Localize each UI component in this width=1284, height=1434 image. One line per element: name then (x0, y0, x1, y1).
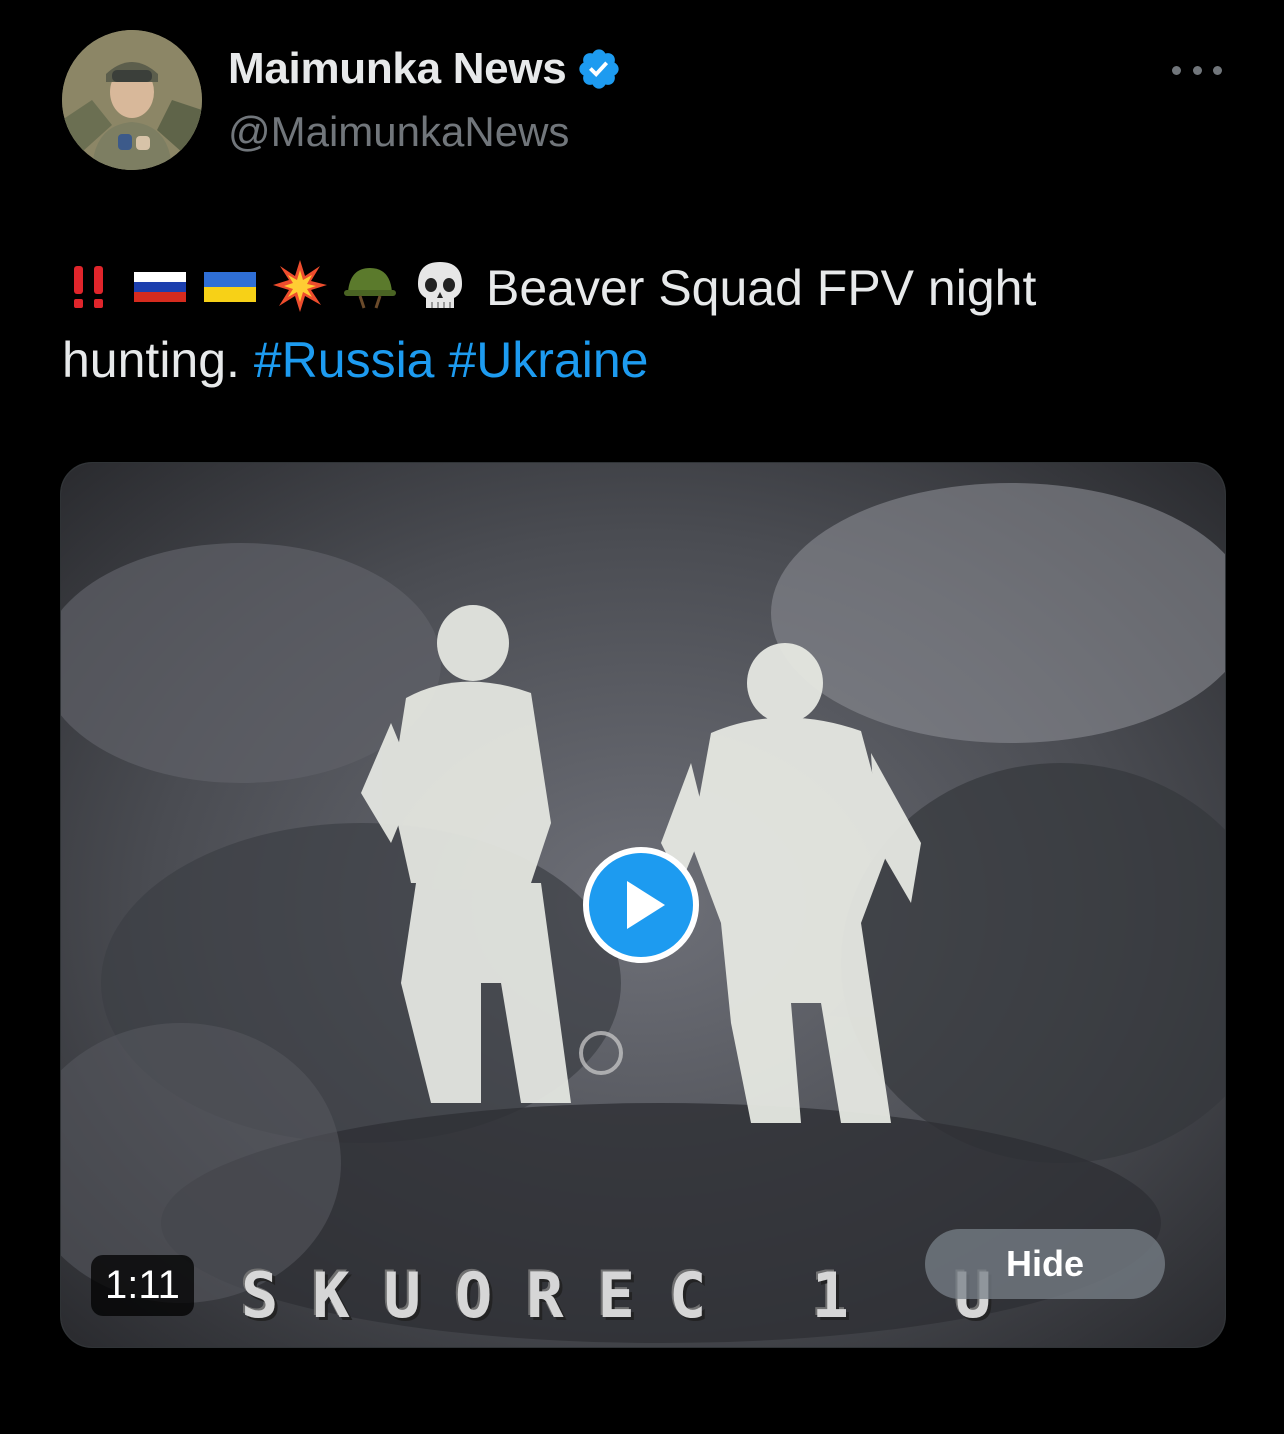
ukraine-flag-icon (202, 258, 258, 314)
play-icon (627, 881, 665, 929)
hashtag-ukraine[interactable]: #Ukraine (448, 332, 648, 388)
skull-icon (412, 258, 468, 314)
video-player[interactable]: SKUOREC 1 U 1:11 Hide (60, 462, 1226, 1348)
more-options-icon[interactable] (1172, 60, 1222, 80)
double-exclamation-icon (62, 258, 118, 314)
avatar-image (62, 30, 202, 170)
collision-icon (272, 258, 328, 314)
hashtag-russia[interactable]: #Russia (254, 332, 435, 388)
author-name-row[interactable]: Maimunka News (228, 44, 622, 94)
verified-badge-icon (579, 49, 620, 89)
military-helmet-icon (342, 258, 398, 314)
display-name[interactable]: Maimunka News (228, 44, 567, 94)
russia-flag-icon (132, 258, 188, 314)
emoji-group (62, 258, 468, 314)
play-button[interactable] (583, 847, 699, 963)
tweet-text: Beaver Squad FPV night hunting. #Russia … (62, 252, 1222, 396)
video-duration: 1:11 (91, 1255, 194, 1316)
author-handle[interactable]: @MaimunkaNews (228, 108, 569, 156)
avatar[interactable] (62, 30, 202, 170)
hide-button[interactable]: Hide (925, 1229, 1165, 1299)
video-watermark: SKUOREC 1 U (241, 1259, 1026, 1332)
